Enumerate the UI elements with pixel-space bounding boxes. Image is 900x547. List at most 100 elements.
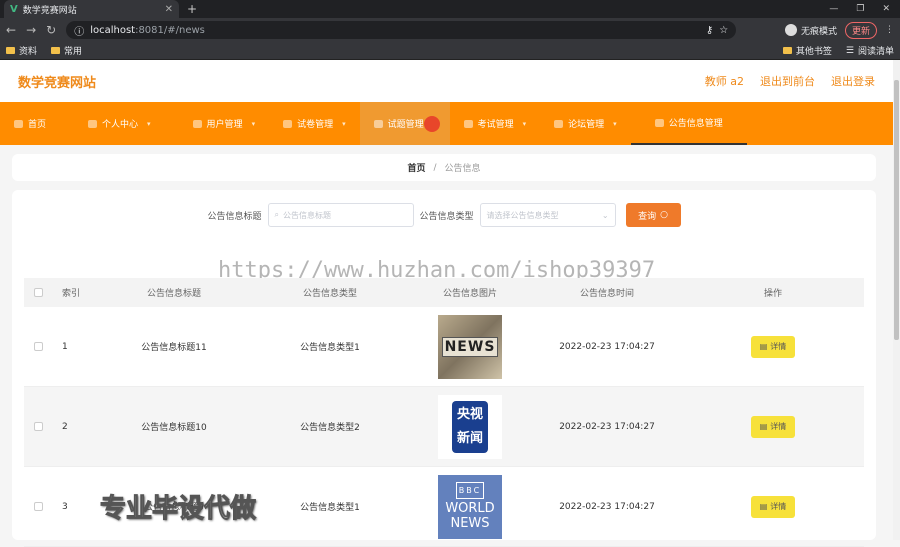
thumbnail-badge: BBC [455,482,485,499]
type-select-placeholder: 请选择公告信息类型 [486,210,559,220]
update-button[interactable]: 更新 [844,21,877,39]
detail-button[interactable]: ▤ 详情 [751,335,795,358]
new-tab-icon[interactable]: + [187,2,197,16]
nav-label: 公告信息管理 [668,119,723,129]
thumbnail-text: NEWS [450,516,490,531]
breadcrumb-home[interactable]: 首页 [407,161,425,174]
type-search-label: 公告信息类型 [419,211,474,222]
row-checkbox[interactable] [33,342,43,351]
vue-icon: V [10,3,18,15]
title-search-placeholder: 公告信息标题 [282,210,331,220]
row-title: 公告信息标题11 [141,343,207,353]
title-search-input[interactable]: ⌕ 公告信息标题 [267,203,414,227]
row-type: 公告信息类型1 [300,503,360,513]
query-button-label: 查询 [638,211,657,222]
close-tab-icon[interactable]: ✕ [165,4,173,15]
key-icon[interactable]: ⚷ [706,25,713,36]
table-header: 索引 公告信息标题 公告信息类型 公告信息图片 公告信息时间 操作 [24,278,864,307]
nav-personal-center[interactable]: 个人中心 ▾ [60,102,165,145]
bookmark-label: 其他书签 [795,47,832,57]
page-scrollbar[interactable] [893,60,900,540]
bookmark-folder[interactable]: 资料 [6,44,37,57]
incognito-icon [784,24,797,36]
url-field[interactable]: ⓘ localhost:8081/#/news ⚷ ☆ [66,21,737,39]
row-checkbox[interactable] [33,502,43,511]
nav-forum-management[interactable]: 论坛管理 ▾ [540,102,631,145]
url-path: :8081/#/news [135,24,205,36]
forward-icon[interactable]: → [26,23,36,37]
chevron-down-icon: ▾ [613,119,617,128]
header-index: 索引 [62,289,81,299]
header-actions: 操作 [763,289,782,299]
users-icon [192,119,202,128]
nav-announcement-management[interactable]: 公告信息管理 [630,102,747,145]
row-index: 2 [62,421,68,432]
thumbnail-text: WORLD [445,501,495,516]
detail-label: 详情 [770,502,787,511]
news-thumbnail: NEWS [438,314,502,379]
detail-button[interactable]: ▤ 详情 [751,415,795,438]
header-type: 公告信息类型 [302,289,357,299]
thumbnail-text: 央视 [456,406,483,422]
browser-tabbar: V 数学竞赛网站 ✕ + — ❐ ✕ [0,0,900,18]
thumbnail-text: 新闻 [456,430,483,446]
star-icon[interactable]: ☆ [719,25,728,36]
bookmark-label: 阅读清单 [857,47,894,57]
nav-label: 试题管理 [387,120,424,130]
back-to-front-link[interactable]: 退出到前台 [760,73,815,89]
detail-button[interactable]: ▤ 详情 [751,495,795,518]
type-select[interactable]: 请选择公告信息类型 ⌄ [479,203,616,227]
nav-paper-management[interactable]: 试卷管理 ▾ [269,102,360,145]
overlay-caption: 专业毕设代做 [99,494,257,525]
header-image: 公告信息图片 [442,289,497,299]
user-icon [88,119,98,128]
nav-question-management[interactable]: 试题管理 [359,102,450,145]
other-bookmarks[interactable]: 其他书签 [782,44,832,57]
reading-list[interactable]: ☰ 阅读清单 [846,44,894,58]
main-nav: 首页 个人中心 ▾ 用户管理 ▾ 试卷管理 ▾ 试题管理 考试管理 ▾ 论坛管理 ▾ 公告… [0,102,893,145]
minimize-icon[interactable]: — [829,4,838,14]
chevron-down-icon: ▾ [147,119,151,128]
select-all-checkbox[interactable] [33,288,43,297]
nav-label: 考试管理 [477,120,514,130]
bookmark-folder[interactable]: 常用 [51,44,82,57]
restore-icon[interactable]: ❐ [856,4,864,14]
exam-icon [463,119,473,128]
cctv-news-thumbnail: 央视 新闻 [438,394,502,459]
home-icon [14,119,23,128]
row-time: 2022-02-23 17:04:27 [559,341,655,352]
back-icon[interactable]: ← [6,23,16,37]
document-icon: ▤ [759,422,768,431]
row-index: 1 [62,341,68,352]
info-icon[interactable]: ⓘ [74,23,84,38]
incognito-label: 无痕模式 [800,26,837,37]
row-checkbox[interactable] [33,422,43,431]
logout-link[interactable]: 退出登录 [831,73,875,89]
nav-home[interactable]: 首页 [0,102,60,145]
folder-icon [51,47,61,54]
title-search-label: 公告信息标题 [207,211,262,222]
menu-icon[interactable]: ⋮ [885,25,894,35]
row-type: 公告信息类型2 [300,423,360,433]
incognito-indicator[interactable]: 无痕模式 [784,24,837,37]
address-bar: ← → ↻ ⓘ localhost:8081/#/news ⚷ ☆ 无痕模式 更… [0,18,900,42]
table-row: 2 公告信息标题10 公告信息类型2 央视 新闻 2022-02-23 17:04… [24,387,864,467]
close-window-icon[interactable]: ✕ [882,4,890,14]
bookmarks-bar: 资料 常用 其他书签 ☰ 阅读清单 [0,42,900,60]
reload-icon[interactable]: ↻ [46,23,56,37]
row-index: 3 [62,501,68,512]
search-icon: ○ [660,210,668,220]
paper-icon [283,119,293,128]
header-title: 公告信息标题 [146,289,201,299]
window-controls: — ❐ ✕ [829,4,900,14]
breadcrumb-separator: / [433,162,437,173]
query-button[interactable]: 查询 ○ [625,203,681,227]
nav-user-management[interactable]: 用户管理 ▾ [165,102,270,145]
nav-label: 试卷管理 [297,120,334,130]
nav-label: 用户管理 [206,120,243,130]
nav-exam-management[interactable]: 考试管理 ▾ [450,102,541,145]
browser-tab[interactable]: V 数学竞赛网站 ✕ [4,0,179,18]
app-header: 数学竞赛网站 教师 a2 退出到前台 退出登录 [0,60,893,102]
document-icon: ▤ [759,502,768,511]
scrollbar-thumb[interactable] [894,80,899,340]
